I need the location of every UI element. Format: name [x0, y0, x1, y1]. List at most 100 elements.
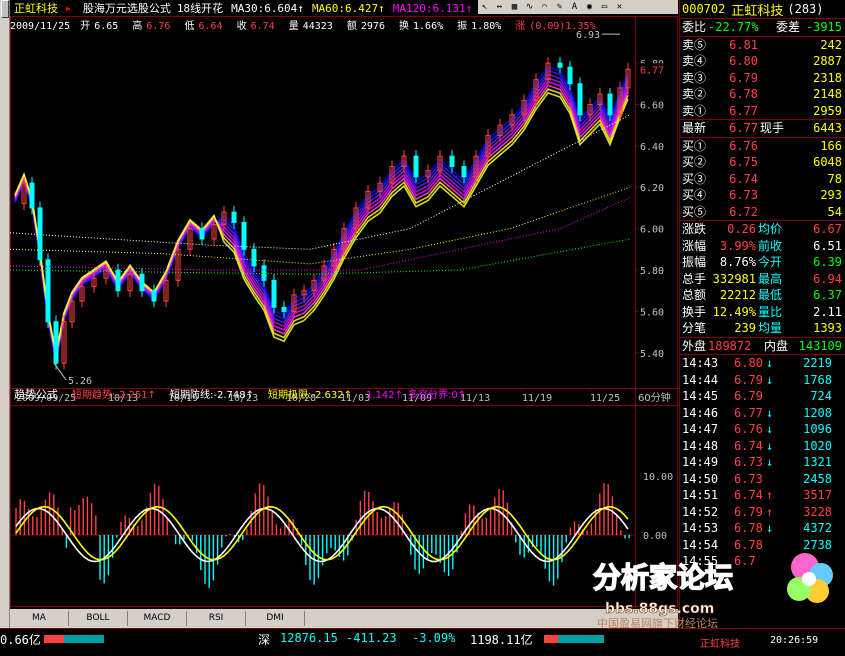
stock-name: 正虹科技 [14, 2, 58, 15]
candle-body [45, 259, 51, 323]
stat-value: 22212 [719, 288, 756, 302]
ask-label: 卖④ [682, 54, 707, 68]
formula-sub: 18线开花 [176, 2, 224, 15]
y-tick-label: 5.40 [640, 349, 664, 360]
tick-volume: 1321 [803, 455, 832, 469]
candle-body [607, 93, 613, 116]
waipan-label: 外盘 [682, 338, 707, 353]
ask-price: 6.79 [729, 70, 758, 85]
tick-volume: 1208 [803, 405, 832, 420]
ma-ribbon-line [14, 76, 629, 359]
tick-time: 14:44 [682, 372, 719, 387]
tick-list[interactable]: 14:43 6.80 ↓ 2219 14:44 6.79 ↓ 1768 14:45 6.79 724… [680, 354, 845, 570]
open-label: 开 [80, 21, 91, 31]
ask-row: 卖① 6.77 2959 [680, 103, 845, 120]
tick-time: 14:52 [682, 504, 719, 519]
y-tick-label: 6.60 [640, 100, 664, 111]
x-axis-label: 11/25 [590, 393, 620, 404]
stat-value-2: 6.37 [813, 288, 842, 302]
candle-body [37, 207, 43, 261]
tool-icon[interactable]: ▦ [508, 2, 521, 13]
indicator-y-label: 10.00 [643, 472, 673, 483]
ask-row: 卖③ 6.79 2318 [680, 70, 845, 87]
tick-row: 14:44 6.79 ↓ 1768 [680, 372, 845, 389]
chart-area[interactable]: 6.806.606.406.206.005.805.605.406.772009… [10, 0, 678, 608]
ma-ribbon-line [14, 73, 629, 360]
indicator-item: 短期极限:-2.632↑ [268, 388, 352, 401]
tool-icon[interactable]: ◉ [583, 2, 596, 13]
tick-row: 14:48 6.74 ↓ 1020 [680, 438, 845, 455]
tool-icon[interactable]: ↔ [493, 2, 506, 13]
tool-icon[interactable]: ↖ [478, 2, 491, 13]
stat-label: 涨幅 [682, 238, 707, 253]
chart-frame [10, 0, 678, 607]
stat-value-2: 6.39 [813, 255, 842, 269]
turn-label: 换 [399, 21, 410, 31]
left-scrollbar[interactable] [0, 0, 10, 628]
bid-volume: 78 [827, 171, 842, 186]
tool-icon[interactable]: ⌒ [538, 2, 551, 13]
ask-book: 卖⑤ 6.81 242 卖④ 6.80 2887 卖③ 6.79 2318 卖② 6.78 2148 卖… [680, 35, 845, 120]
tool-icon[interactable]: ∿ [523, 2, 536, 13]
indicator-name: 趋势公式 [14, 388, 58, 401]
watermark-flower-icon [787, 553, 833, 603]
stat-value-2: 6.51 [813, 238, 842, 253]
arrow-up-icon: ↑ [766, 488, 774, 502]
stat-label-2: 均价 [758, 222, 783, 236]
candle-body [251, 248, 257, 267]
ask-row: 卖⑤ 6.81 242 [680, 37, 845, 54]
chart-svg[interactable]: 6.806.606.406.206.005.805.605.406.772009… [10, 0, 678, 608]
candle-body [271, 279, 277, 308]
stat-value: 332981 [712, 271, 756, 286]
candle-body [281, 306, 287, 312]
tool-icon[interactable]: ✎ [553, 2, 566, 13]
tick-row: 14:50 6.73 2458 [680, 471, 845, 488]
bid-price: 6.76 [729, 138, 758, 153]
status-bar-graph-2 [544, 635, 604, 643]
scroll-thumb[interactable] [1, 0, 9, 18]
stat-value: 12.49% [712, 304, 756, 319]
tool-icon[interactable]: ▭ [598, 2, 611, 13]
candle-body [461, 166, 467, 178]
stat-value-2: 2.11 [813, 304, 842, 319]
tool-icon[interactable]: ✕ [613, 2, 626, 13]
high-label: 高 [132, 21, 143, 31]
close-value: 6.74 [250, 21, 275, 31]
tool-icon[interactable]: A [568, 2, 581, 13]
ask-label: 卖⑤ [682, 37, 707, 52]
tick-row: 14:43 6.80 ↓ 2219 [680, 355, 845, 372]
tick-time: 14:46 [682, 405, 719, 420]
ask-label: 卖① [682, 103, 707, 118]
ask-price: 6.81 [729, 37, 758, 52]
status-change: -411.23 [346, 631, 397, 645]
vol-value: 44323 [302, 21, 333, 31]
tab-boll[interactable]: BOLL [69, 611, 128, 626]
formula-name[interactable]: 股海万元选股公式 [83, 0, 171, 16]
bid-volume: 166 [820, 138, 842, 153]
arrow-down-icon: ↓ [766, 422, 774, 436]
tab-dmi[interactable]: DMI [246, 611, 305, 626]
tick-row: 14:52 6.79 ↑ 3228 [680, 504, 845, 521]
tab-rsi[interactable]: RSI [187, 611, 246, 626]
status-bar-graph [44, 635, 104, 643]
tick-volume: 3228 [803, 504, 832, 519]
neipan-label: 内盘 [764, 338, 789, 353]
tab-ma[interactable]: MA [10, 611, 69, 626]
tab-macd[interactable]: MACD [128, 611, 187, 626]
ask-price: 6.77 [729, 103, 758, 118]
indicator-tabs: MA BOLL MACD RSI DMI [10, 609, 678, 628]
indicator-item: 多空分界:0↑ [408, 388, 466, 401]
watermark-url: bbs.88gs.com [605, 601, 714, 617]
stock-code: 000702 [682, 2, 726, 16]
stock-rank: (283) [787, 2, 824, 16]
long-ma-line [10, 114, 631, 250]
tick-price: 6.79 [734, 372, 763, 387]
amp-label: 振 [457, 21, 468, 31]
stock-title: 正虹科技 [731, 3, 784, 19]
indicator-item: 1.142↑ [366, 390, 403, 401]
stat-label-2: 前收 [758, 238, 783, 253]
stats-block: 涨跌 0.26 均价 6.67 涨幅 3.99% 前收 6.51 振幅 8.76% 今开 6.39 总手… [680, 220, 845, 337]
xianshou-label: 现手 [760, 121, 785, 135]
x-axis-label: 11/19 [522, 393, 552, 404]
bid-label: 买① [682, 138, 707, 153]
